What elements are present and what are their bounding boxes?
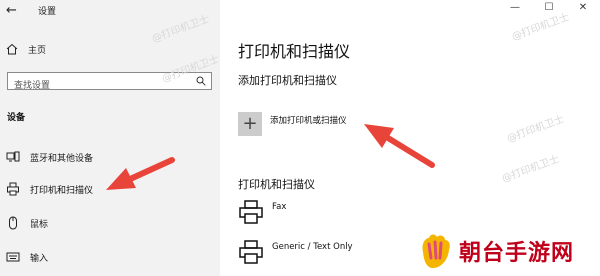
sidebar-item-label: 鼠标: [30, 219, 49, 230]
brand-logo: 朝台手游网: [415, 230, 574, 272]
sidebar-item-bluetooth[interactable]: 蓝牙和其他设备: [6, 150, 93, 164]
settings-sidebar: ← 设置 主页 设备 蓝牙和其他设备 打印机和扫描仪: [0, 0, 220, 276]
section-header-devices: 设备: [7, 113, 26, 123]
sidebar-item-typing[interactable]: 输入: [6, 250, 48, 264]
printer-name: Fax: [272, 202, 287, 212]
printer-list-item[interactable]: Generic / Text Only: [238, 240, 353, 264]
home-icon: [6, 43, 18, 55]
printer-name: Generic / Text Only: [272, 242, 353, 252]
sidebar-item-label: 输入: [30, 253, 49, 264]
window-controls: — ☐ ✕: [498, 0, 600, 16]
sidebar-item-label: 蓝牙和其他设备: [30, 153, 94, 164]
printers-section-title: 打印机和扫描仪: [238, 178, 315, 191]
add-printer-label[interactable]: 添加打印机或扫描仪: [270, 114, 347, 126]
printer-icon: [239, 240, 263, 264]
back-arrow-icon[interactable]: ←: [6, 4, 22, 18]
add-printer-row[interactable]: + 添加打印机或扫描仪: [238, 112, 347, 136]
maximize-button[interactable]: ☐: [532, 0, 566, 16]
window-title: 设置: [38, 7, 57, 17]
sidebar-item-home[interactable]: 主页: [6, 42, 46, 56]
search-box[interactable]: [7, 72, 212, 94]
sidebar-item-printers[interactable]: 打印机和扫描仪: [6, 182, 93, 196]
hand-logo-icon: [422, 234, 450, 268]
minimize-button[interactable]: —: [498, 0, 532, 16]
sidebar-item-label: 主页: [28, 45, 47, 56]
printer-icon: [239, 200, 263, 224]
plus-icon: +: [242, 113, 258, 134]
search-icon[interactable]: [196, 76, 206, 86]
close-button[interactable]: ✕: [566, 0, 600, 16]
bluetooth-devices-icon: [6, 151, 20, 162]
add-printer-button[interactable]: +: [238, 112, 262, 136]
keyboard-icon: [6, 252, 20, 262]
mouse-icon: [9, 216, 17, 230]
sidebar-item-label: 打印机和扫描仪: [30, 185, 94, 196]
add-section-title: 添加打印机和扫描仪: [238, 74, 337, 87]
sidebar-item-mouse[interactable]: 鼠标: [6, 216, 48, 230]
search-input[interactable]: [8, 78, 188, 94]
page-title: 打印机和扫描仪: [238, 42, 351, 61]
printer-icon: [7, 182, 19, 196]
printer-list-item[interactable]: Fax: [238, 200, 286, 224]
brand-text: 朝台手游网: [459, 241, 575, 266]
